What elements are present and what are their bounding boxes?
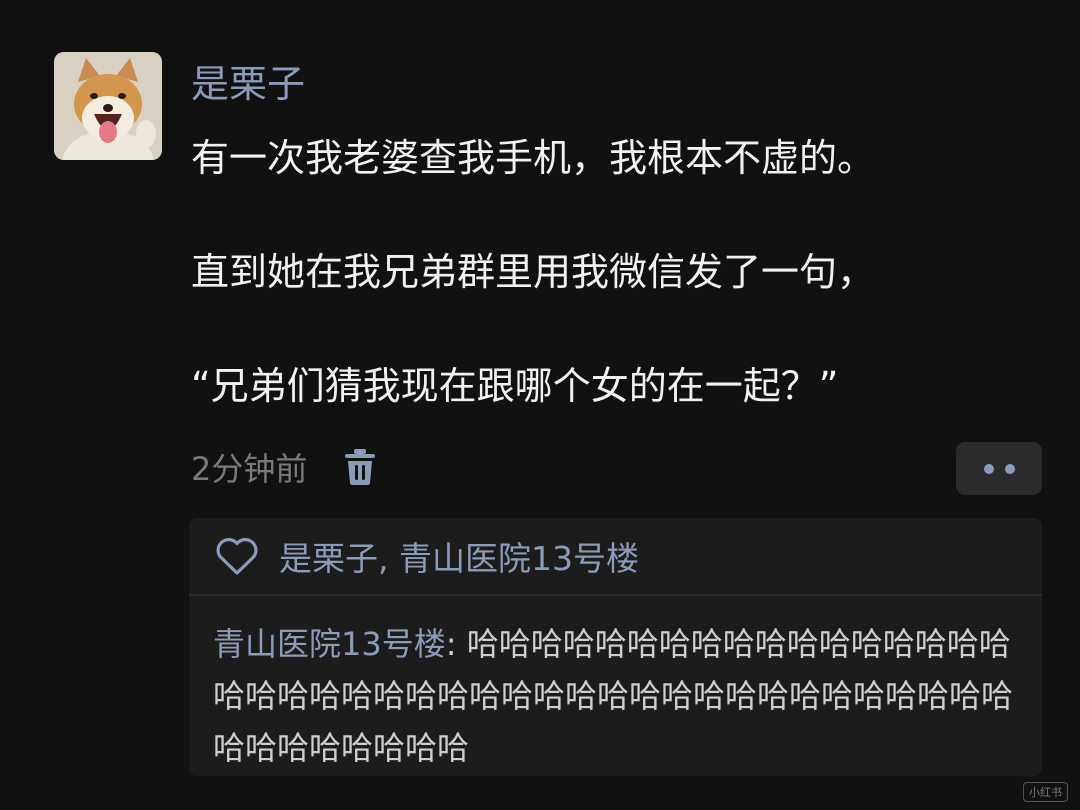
post-line-1: 有一次我老婆查我手机，我根本不虚的。 <box>191 136 876 180</box>
comment-author[interactable]: 青山医院13号楼 <box>213 625 446 663</box>
likes-comments-panel: 是栗子, 青山医院13号楼 青山医院13号楼: 哈哈哈哈哈哈哈哈哈哈哈哈哈哈哈哈… <box>189 518 1042 776</box>
post-line-2: 直到她在我兄弟群里用我微信发了一句， <box>191 250 876 294</box>
more-dot <box>1004 463 1015 474</box>
comment-separator: : <box>445 625 467 663</box>
post-line-3: “兄弟们猜我现在跟哪个女的在一起？” <box>191 364 839 408</box>
comment-item: 青山医院13号楼: 哈哈哈哈哈哈哈哈哈哈哈哈哈哈哈哈哈哈哈哈哈哈哈哈哈哈哈哈哈哈… <box>189 596 1042 774</box>
watermark: 小红书 <box>1023 782 1068 802</box>
shiba-dog-avatar-icon <box>54 52 162 160</box>
post-time: 2分钟前 <box>191 450 308 488</box>
likes-names[interactable]: 是栗子, 青山医院13号楼 <box>279 532 639 580</box>
likes-row: 是栗子, 青山医院13号楼 <box>189 518 1042 594</box>
avatar[interactable] <box>54 52 162 160</box>
more-dot <box>983 463 994 474</box>
heart-icon[interactable] <box>215 536 259 576</box>
post-meta: 2分钟前 <box>191 444 377 490</box>
trash-icon[interactable] <box>343 447 377 487</box>
more-dots-icon[interactable] <box>956 442 1042 495</box>
post-content: 有一次我老婆查我手机，我根本不虚的。 直到她在我兄弟群里用我微信发了一句， “兄… <box>191 127 1051 417</box>
username[interactable]: 是栗子 <box>191 58 305 110</box>
